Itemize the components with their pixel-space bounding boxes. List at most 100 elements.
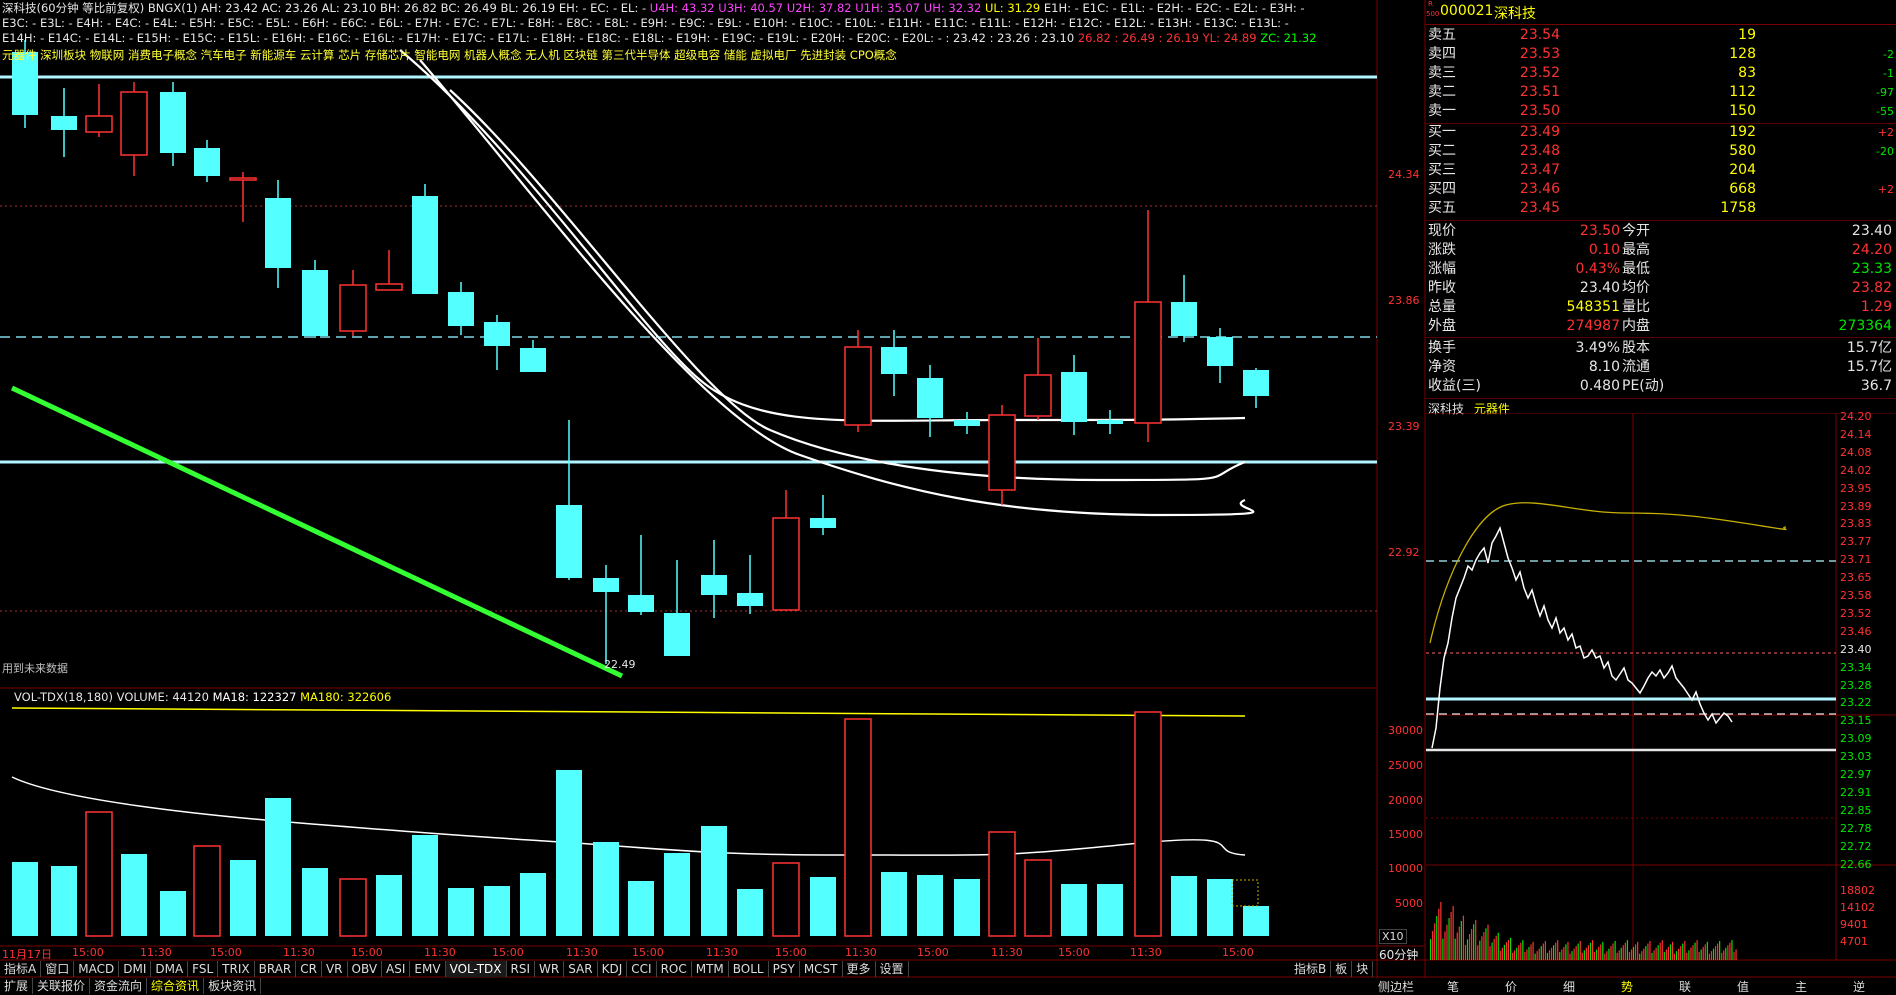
concept-tags[interactable]: 元器件 深圳板块 物联网 消费电子概念 汽车电子 新能源车 云计算 芯片 存储芯… <box>2 48 897 63</box>
candle-body[interactable] <box>51 116 77 130</box>
volume-bar[interactable] <box>701 826 727 936</box>
candle-body[interactable] <box>120 91 148 156</box>
tab-KDJ[interactable]: KDJ <box>598 961 628 977</box>
order-book-row[interactable]: 卖三 23.52 83 -1 <box>1426 64 1896 83</box>
candle-body[interactable] <box>1061 372 1087 422</box>
tab-板块资讯[interactable]: 板块资讯 <box>204 978 262 994</box>
tab-窗口[interactable]: 窗口 <box>41 961 75 977</box>
period-selector[interactable]: 60分钟 <box>1379 946 1418 963</box>
volume-bar[interactable] <box>412 835 438 936</box>
candle-body[interactable] <box>664 613 690 656</box>
candle-body[interactable] <box>302 270 328 336</box>
order-book-row[interactable]: 买三 23.47 204 <box>1426 161 1896 180</box>
volume-bar[interactable] <box>1097 884 1123 936</box>
tab-ASI[interactable]: ASI <box>382 961 411 977</box>
right-tab-细[interactable]: 细 <box>1563 978 1575 995</box>
volume-bar[interactable] <box>484 886 510 936</box>
order-book-row[interactable]: 买四 23.46 668 +2 <box>1426 180 1896 199</box>
tab-DMI[interactable]: DMI <box>119 961 152 977</box>
volume-bar[interactable] <box>376 875 402 936</box>
right-tab-主[interactable]: 主 <box>1795 978 1807 995</box>
volume-bar[interactable] <box>1134 711 1162 937</box>
tab-指标B[interactable]: 指标B <box>1290 961 1332 977</box>
candle-body[interactable] <box>737 593 763 606</box>
volume-bar[interactable] <box>556 770 582 936</box>
tab-设置[interactable]: 设置 <box>876 961 909 977</box>
tab-MCST[interactable]: MCST <box>800 961 843 977</box>
candle-body[interactable] <box>593 578 619 592</box>
tab-OBV[interactable]: OBV <box>348 961 383 977</box>
candle-body[interactable] <box>1024 374 1052 417</box>
candle-body[interactable] <box>448 292 474 326</box>
tab-DMA[interactable]: DMA <box>151 961 189 977</box>
candle-body[interactable] <box>85 115 113 133</box>
order-book-row[interactable]: 卖五 23.54 19 <box>1426 26 1896 45</box>
candle-body[interactable] <box>844 346 872 426</box>
tab-BOLL[interactable]: BOLL <box>729 961 769 977</box>
candle-body[interactable] <box>412 196 438 294</box>
volume-bar[interactable] <box>520 873 546 936</box>
order-book-row[interactable]: 买二 23.48 580 -20 <box>1426 142 1896 161</box>
order-book-row[interactable]: 卖四 23.53 128 -2 <box>1426 45 1896 64</box>
candle-body[interactable] <box>954 420 980 426</box>
tab-SAR[interactable]: SAR <box>564 961 598 977</box>
volume-bar[interactable] <box>12 862 38 936</box>
tab-ROC[interactable]: ROC <box>657 961 692 977</box>
tab-PSY[interactable]: PSY <box>769 961 800 977</box>
volume-bar[interactable] <box>917 875 943 936</box>
volume-bar[interactable] <box>121 854 147 936</box>
candle-body[interactable] <box>339 284 367 332</box>
right-tab-值[interactable]: 值 <box>1737 978 1749 995</box>
candle-body[interactable] <box>810 518 836 528</box>
sidebar-toggle[interactable]: 侧边栏 <box>1378 978 1414 995</box>
candle-body[interactable] <box>265 198 291 268</box>
tab-综合资讯[interactable]: 综合资讯 <box>147 978 205 994</box>
candle-body[interactable] <box>484 322 510 346</box>
candle-body[interactable] <box>229 177 257 181</box>
tab-VR[interactable]: VR <box>322 961 348 977</box>
volume-bar[interactable] <box>1207 879 1233 936</box>
volume-bar[interactable] <box>193 845 221 937</box>
volume-bar[interactable] <box>1171 876 1197 936</box>
tab-WR[interactable]: WR <box>535 961 565 977</box>
tab-指标A[interactable]: 指标A <box>0 961 42 977</box>
tab-VOL-TDX[interactable]: VOL-TDX <box>445 961 507 977</box>
volume-bar[interactable] <box>593 842 619 936</box>
candle-body[interactable] <box>701 575 727 595</box>
candle-body[interactable] <box>881 347 907 374</box>
volume-bar[interactable] <box>664 853 690 936</box>
tab-MTM[interactable]: MTM <box>692 961 729 977</box>
volume-bar[interactable] <box>339 878 367 937</box>
tab-扩展[interactable]: 扩展 <box>0 978 34 994</box>
volume-bar[interactable] <box>265 798 291 936</box>
stock-name[interactable]: 深科技 <box>1494 3 1536 23</box>
volume-bar[interactable] <box>628 881 654 936</box>
tab-MACD[interactable]: MACD <box>74 961 120 977</box>
volume-bar[interactable] <box>448 888 474 936</box>
volume-bar[interactable] <box>954 879 980 936</box>
tab-CCI[interactable]: CCI <box>627 961 657 977</box>
candle-body[interactable] <box>1097 420 1123 424</box>
volume-bar[interactable] <box>51 866 77 936</box>
volume-bar[interactable] <box>230 860 256 936</box>
volume-bar[interactable] <box>810 877 836 936</box>
volume-bar[interactable] <box>988 831 1016 937</box>
right-tab-势[interactable]: 势 <box>1621 978 1633 995</box>
order-book-row[interactable]: 买五 23.45 1758 <box>1426 199 1896 218</box>
volume-bar[interactable] <box>772 862 800 937</box>
candle-body[interactable] <box>1243 370 1269 396</box>
candle-body[interactable] <box>772 517 800 611</box>
candle-body[interactable] <box>556 505 582 578</box>
candle-body[interactable] <box>194 148 220 176</box>
right-tab-逆[interactable]: 逆 <box>1853 978 1865 995</box>
candle-body[interactable] <box>160 92 186 153</box>
volume-bar[interactable] <box>844 718 872 937</box>
order-book-row[interactable]: 买一 23.49 192 +2 <box>1426 123 1896 142</box>
volume-bar[interactable] <box>737 889 763 936</box>
tab-资金流向[interactable]: 资金流向 <box>90 978 148 994</box>
right-tab-价[interactable]: 价 <box>1505 978 1517 995</box>
tab-板[interactable]: 板 <box>1331 961 1353 977</box>
right-tab-联[interactable]: 联 <box>1679 978 1691 995</box>
tab-EMV[interactable]: EMV <box>410 961 446 977</box>
volume-bar[interactable] <box>1243 906 1269 936</box>
